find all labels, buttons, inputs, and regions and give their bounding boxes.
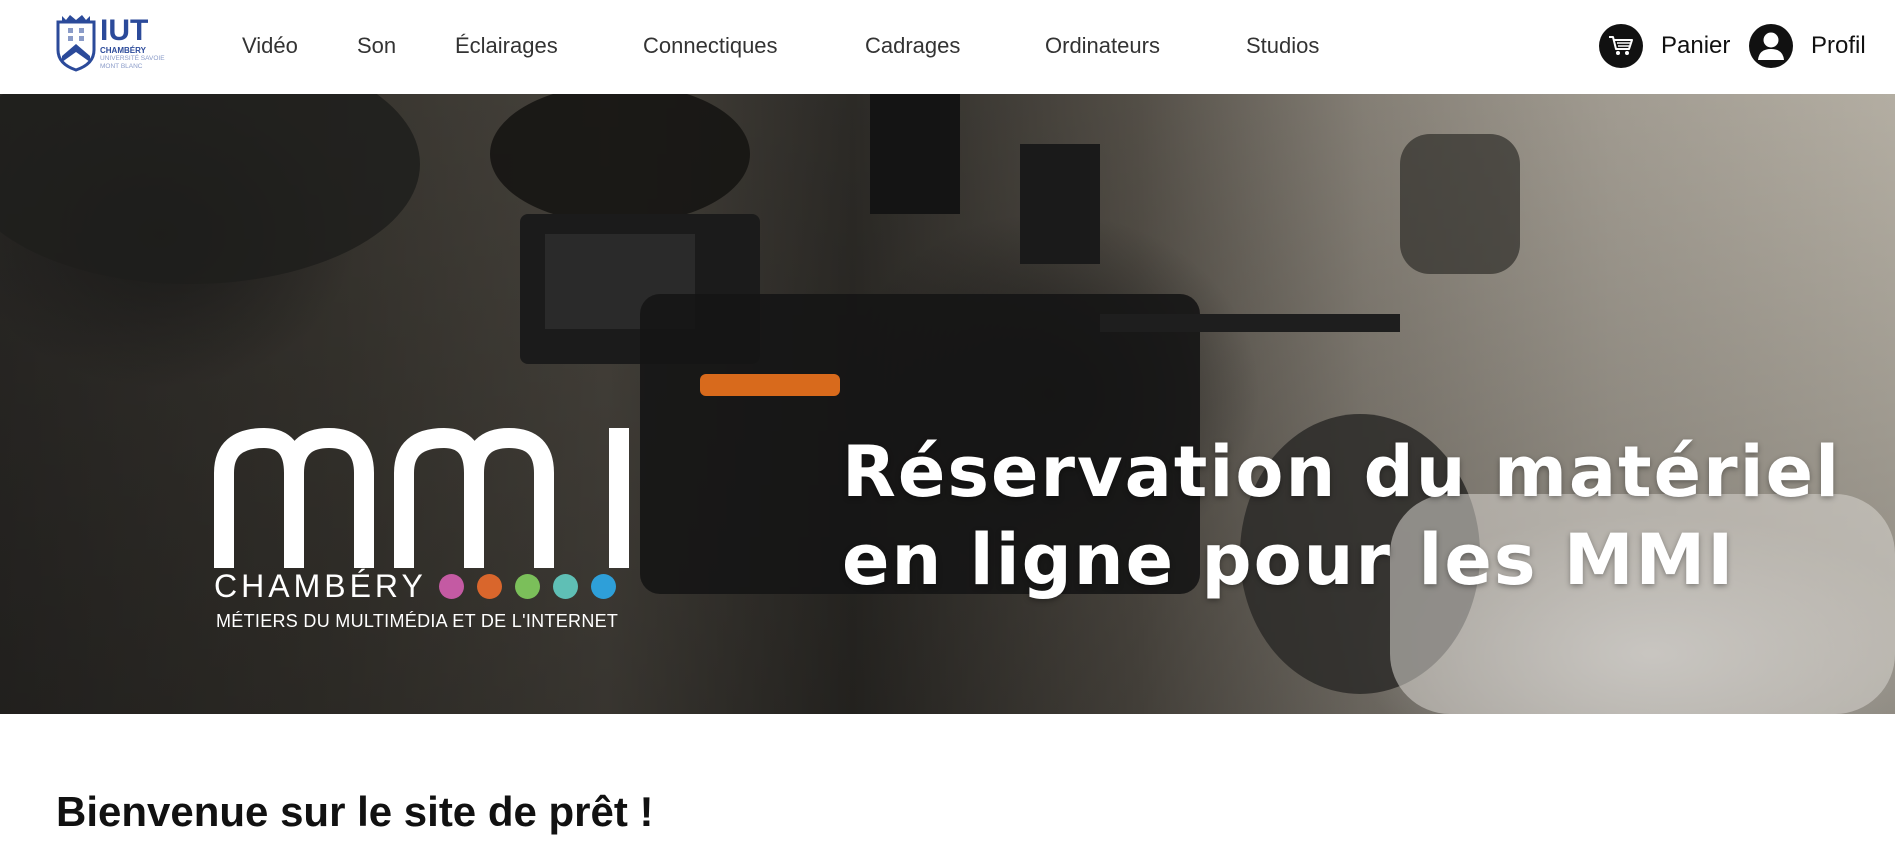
dot-green: [514, 574, 540, 599]
nav-item-cadrages[interactable]: Cadrages: [865, 30, 960, 62]
cart-label: Panier: [1661, 32, 1731, 59]
user-icon: [1749, 24, 1793, 68]
dot-pink: [438, 574, 464, 599]
nav-item-son[interactable]: Son: [357, 30, 396, 62]
mmi-city-label: CHAMBÉRY: [214, 568, 427, 604]
profile-label: Profil: [1811, 32, 1866, 59]
iut-logo[interactable]: IUT CHAMBÉRY UNIVERSITÉ SAVOIE MONT BLAN…: [54, 12, 170, 74]
logo-region: MONT BLANC: [100, 62, 143, 70]
hero-banner: CHAMBÉRY MÉTIERS DU MULTIMÉDIA ET DE L'I…: [0, 94, 1895, 714]
nav-item-connectiques[interactable]: Connectiques: [643, 30, 778, 62]
dot-teal: [552, 574, 578, 599]
mmi-tagline: MÉTIERS DU MULTIMÉDIA ET DE L'INTERNET: [216, 611, 619, 631]
welcome-heading: Bienvenue sur le site de prêt !: [56, 788, 654, 835]
nav-item-ordinateurs[interactable]: Ordinateurs: [1045, 30, 1160, 62]
logo-city: CHAMBÉRY: [100, 46, 146, 55]
nav-item-eclairages[interactable]: Éclairages: [455, 30, 558, 62]
hero-title-line2: en ligne pour les MMI: [842, 519, 1736, 601]
cart-button[interactable]: Panier: [1599, 24, 1730, 68]
nav-item-studios[interactable]: Studios: [1246, 30, 1319, 62]
logo-university: UNIVERSITÉ SAVOIE: [100, 55, 165, 62]
site-header: IUT CHAMBÉRY UNIVERSITÉ SAVOIE MONT BLAN…: [0, 0, 1895, 94]
nav-item-video[interactable]: Vidéo: [242, 30, 298, 62]
dot-blue: [590, 574, 616, 599]
mmi-logo: [214, 428, 629, 568]
logo-iut: IUT: [100, 14, 149, 47]
logo-text: IUT CHAMBÉRY UNIVERSITÉ SAVOIE MONT BLAN…: [100, 16, 165, 70]
mmi-city: CHAMBÉRY: [214, 568, 629, 605]
shield-logo-icon: [56, 15, 96, 72]
dot-orange: [476, 574, 502, 599]
hero-title-line1: Réservation du matériel: [842, 431, 1842, 513]
hero-title: Réservation du matériel en ligne pour le…: [842, 428, 1842, 604]
profile-button[interactable]: Profil: [1749, 24, 1866, 68]
cart-icon: [1599, 24, 1643, 68]
mmi-dots: [438, 574, 629, 599]
